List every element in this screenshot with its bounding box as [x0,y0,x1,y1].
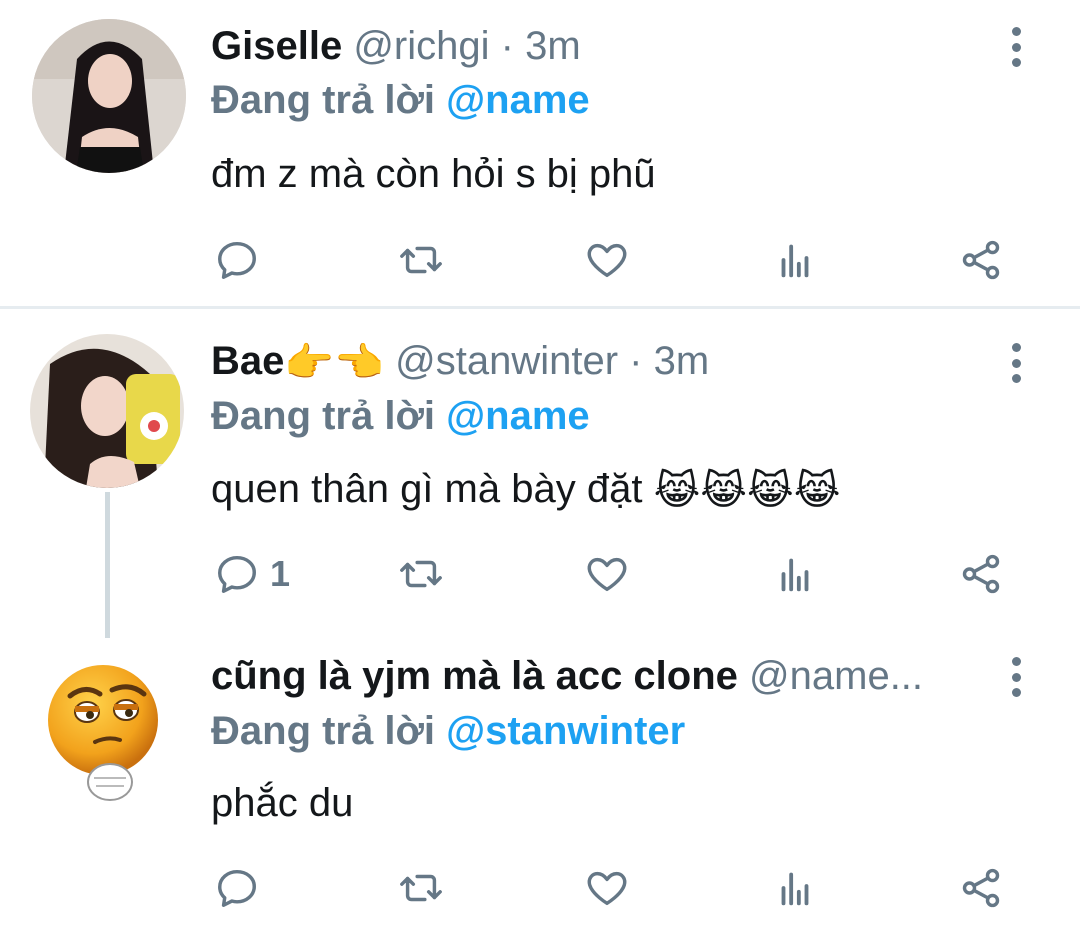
tweet-text-content: quen thân gì mà bày đặt [211,467,643,511]
like-icon [587,557,627,592]
like-button[interactable] [584,860,630,916]
share-button[interactable] [958,860,1004,916]
reply-icon [218,555,256,593]
reply-button[interactable] [214,860,270,916]
tweet-header: cũng là yjm mà là acc clone @name... [211,652,989,700]
like-icon [587,243,627,278]
tweet[interactable]: Giselle @richgi · 3m Đang trả lời @name … [0,0,1080,308]
tweet-header: Bae👉👈 @stanwinter · 3m [211,337,971,387]
user-handle[interactable]: @stanwinter [395,339,618,383]
action-bar [0,860,1080,916]
retweet-button[interactable] [398,860,444,916]
reply-icon [218,241,256,279]
separator-dot: · [500,24,514,68]
display-name[interactable]: Bae [211,339,284,383]
analytics-icon [781,244,809,278]
separator-dot: · [629,339,643,383]
action-bar [0,232,1080,288]
analytics-button[interactable] [772,860,818,916]
retweet-icon [400,874,442,902]
divider [0,306,1080,309]
analytics-button[interactable] [772,546,818,602]
replying-to-label: Đang trả lời [211,709,436,753]
avatar[interactable] [32,19,186,173]
replying-to-label: Đang trả lời [211,394,436,438]
replying-to-label: Đang trả lời [211,78,436,122]
pointing-fingers-emoji: 👉👈 [284,341,384,386]
replying-to: Đang trả lời @name [211,76,590,124]
display-name[interactable]: cũng là yjm mà là acc clone [211,654,738,698]
analytics-button[interactable] [772,232,818,288]
mention-link[interactable]: @name [446,394,590,438]
tweet-text: quen thân gì mà bày đặt 😹😹😹😹 [211,465,841,515]
analytics-icon [781,558,809,592]
tweet-header: Giselle @richgi · 3m [211,22,971,70]
timestamp[interactable]: 3m [654,339,710,383]
reply-button[interactable]: 1 [214,546,290,602]
avatar[interactable] [30,334,184,488]
display-name[interactable]: Giselle [211,24,342,68]
retweet-icon [400,246,442,274]
avatar[interactable] [40,654,170,804]
retweet-icon [400,560,442,588]
share-icon [962,240,1000,280]
like-button[interactable] [584,546,630,602]
more-icon[interactable] [1004,343,1028,383]
share-button[interactable] [958,546,1004,602]
replying-to: Đang trả lời @stanwinter [211,707,685,755]
reply-button[interactable] [214,232,270,288]
action-bar: 1 [0,546,1080,602]
like-icon [587,871,627,906]
tweet-text: phắc du [211,781,354,825]
retweet-button[interactable] [398,546,444,602]
analytics-icon [781,872,809,906]
retweet-button[interactable] [398,232,444,288]
user-handle[interactable]: @richgi [353,24,489,68]
timestamp[interactable]: 3m [525,24,581,68]
share-button[interactable] [958,232,1004,288]
replying-to: Đang trả lời @name [211,392,590,440]
more-icon[interactable] [1004,657,1028,697]
like-button[interactable] [584,232,630,288]
user-handle[interactable]: @name... [749,654,923,698]
tweet[interactable]: cũng là yjm mà là acc clone @name... Đan… [0,640,1080,938]
share-icon [962,868,1000,908]
more-icon[interactable] [1004,27,1028,67]
share-icon [962,554,1000,594]
cat-tears-emoji: 😹😹😹😹 [653,469,841,514]
tweet-text: đm z mà còn hỏi s bị phũ [211,152,656,196]
tweet[interactable]: Bae👉👈 @stanwinter · 3m Đang trả lời @nam… [0,310,1080,638]
mention-link[interactable]: @name [446,78,590,122]
reply-icon [218,869,256,907]
mention-link[interactable]: @stanwinter [446,709,685,753]
reply-count: 1 [270,553,291,594]
